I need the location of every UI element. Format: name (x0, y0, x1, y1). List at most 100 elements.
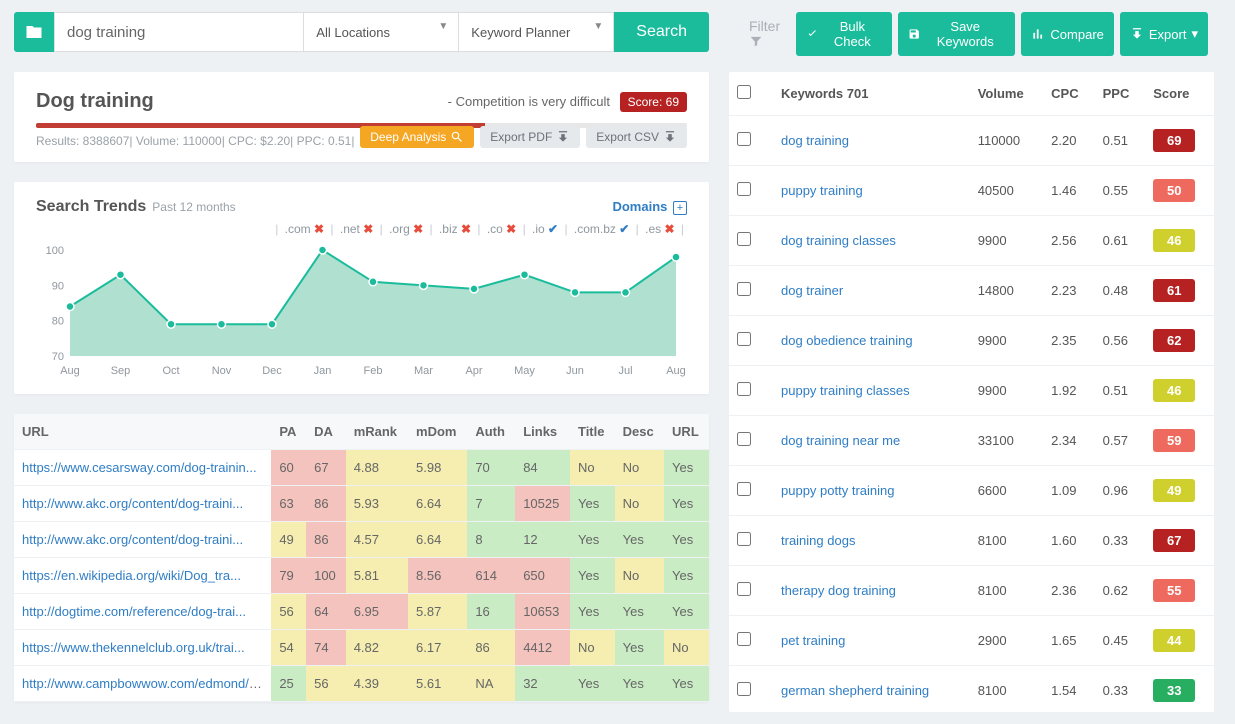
keyword-link[interactable]: dog trainer (781, 283, 843, 298)
col-score[interactable]: Score (1145, 72, 1214, 116)
keyword-row: puppy potty training66001.090.9649 (729, 466, 1214, 516)
filter-button[interactable]: Filter (749, 18, 796, 51)
export-pdf-button[interactable]: Export PDF (480, 126, 580, 148)
domain-tld[interactable]: .com.bz (574, 222, 619, 236)
export-button[interactable]: Export ▾ (1120, 12, 1208, 56)
domain-tld[interactable]: .biz (439, 222, 461, 236)
serp-url-link[interactable]: https://www.cesarsway.com/dog-trainin... (22, 460, 257, 475)
save-keywords-button[interactable]: Save Keywords (898, 12, 1016, 56)
serp-col[interactable]: Links (515, 414, 570, 450)
serp-url-link[interactable]: http://dogtime.com/reference/dog-trai... (22, 604, 246, 619)
keyword-input[interactable] (54, 12, 304, 52)
svg-text:90: 90 (52, 280, 64, 292)
download-icon (556, 130, 570, 144)
x-icon: ✖ (314, 222, 324, 236)
serp-row: https://www.cesarsway.com/dog-trainin...… (14, 450, 709, 486)
serp-table-card: URLPADAmRankmDomAuthLinksTitleDescURL ht… (14, 414, 709, 702)
serp-col[interactable]: Auth (467, 414, 515, 450)
serp-col[interactable]: URL (664, 414, 709, 450)
score-pill: 33 (1153, 679, 1195, 702)
add-domain-icon[interactable]: + (673, 201, 687, 215)
keyword-link[interactable]: dog obedience training (781, 333, 913, 348)
serp-url-link[interactable]: https://www.thekennelclub.org.uk/trai... (22, 640, 245, 655)
domain-tld[interactable]: .net (340, 222, 363, 236)
keyword-link[interactable]: german shepherd training (781, 683, 929, 698)
serp-col[interactable]: DA (306, 414, 346, 450)
serp-col[interactable]: URL (14, 414, 271, 450)
tool-value: Keyword Planner (471, 25, 570, 40)
serp-url-link[interactable]: http://www.akc.org/content/dog-traini... (22, 496, 243, 511)
row-checkbox[interactable] (737, 232, 751, 246)
svg-text:Mar: Mar (414, 365, 433, 377)
keyword-link[interactable]: pet training (781, 633, 845, 648)
serp-col[interactable]: Desc (615, 414, 664, 450)
trends-title: Search Trends (36, 198, 146, 215)
trends-chart: 708090100AugSepOctNovDecJanFebMarAprMayJ… (36, 240, 687, 380)
keyword-link[interactable]: puppy training (781, 183, 863, 198)
col-keywords[interactable]: Keywords 701 (761, 72, 970, 116)
serp-row: http://www.campbowwow.com/edmond/serv...… (14, 666, 709, 702)
serp-col[interactable]: Title (570, 414, 615, 450)
row-checkbox[interactable] (737, 132, 751, 146)
row-checkbox[interactable] (737, 432, 751, 446)
keyword-row: dog training1100002.200.5169 (729, 116, 1214, 166)
filter-icon (749, 34, 763, 48)
row-checkbox[interactable] (737, 182, 751, 196)
keyword-link[interactable]: puppy training classes (781, 383, 910, 398)
domain-tld[interactable]: .co (487, 222, 506, 236)
row-checkbox[interactable] (737, 282, 751, 296)
keyword-link[interactable]: dog training classes (781, 233, 896, 248)
trends-subtitle: Past 12 months (152, 200, 235, 214)
svg-text:Jan: Jan (314, 365, 332, 377)
domains-title[interactable]: Domains (612, 199, 667, 214)
row-checkbox[interactable] (737, 532, 751, 546)
select-all-checkbox[interactable] (737, 85, 751, 99)
keyword-link[interactable]: training dogs (781, 533, 855, 548)
row-checkbox[interactable] (737, 582, 751, 596)
serp-row: http://www.akc.org/content/dog-traini...… (14, 486, 709, 522)
row-checkbox[interactable] (737, 682, 751, 696)
col-ppc[interactable]: PPC (1095, 72, 1146, 116)
keywords-table-card: Keywords 701 Volume CPC PPC Score dog tr… (729, 72, 1214, 712)
row-checkbox[interactable] (737, 482, 751, 496)
row-checkbox[interactable] (737, 382, 751, 396)
keyword-link[interactable]: dog training near me (781, 433, 900, 448)
score-pill: 59 (1153, 429, 1195, 452)
export-csv-button[interactable]: Export CSV (586, 126, 687, 148)
svg-text:Oct: Oct (162, 365, 179, 377)
domain-tld[interactable]: .org (389, 222, 413, 236)
domain-tld[interactable]: .es (645, 222, 664, 236)
svg-text:Apr: Apr (465, 365, 482, 377)
keyword-link[interactable]: puppy potty training (781, 483, 894, 498)
location-select[interactable]: All Locations▼ (304, 12, 459, 52)
compare-button[interactable]: Compare (1021, 12, 1113, 56)
domain-tld[interactable]: .com (285, 222, 314, 236)
chart-icon (1031, 27, 1045, 41)
col-volume[interactable]: Volume (970, 72, 1043, 116)
row-checkbox[interactable] (737, 332, 751, 346)
score-pill: 62 (1153, 329, 1195, 352)
search-icon (450, 130, 464, 144)
deep-analysis-button[interactable]: Deep Analysis (360, 126, 474, 148)
svg-text:Aug: Aug (666, 365, 686, 377)
keyword-link[interactable]: dog training (781, 133, 849, 148)
folder-icon[interactable] (14, 12, 54, 52)
keyword-link[interactable]: therapy dog training (781, 583, 896, 598)
serp-col[interactable]: PA (271, 414, 306, 450)
score-pill: 46 (1153, 379, 1195, 402)
col-cpc[interactable]: CPC (1043, 72, 1094, 116)
domain-tld[interactable]: .io (532, 222, 548, 236)
serp-row: http://www.akc.org/content/dog-traini...… (14, 522, 709, 558)
serp-col[interactable]: mDom (408, 414, 467, 450)
serp-url-link[interactable]: http://www.campbowwow.com/edmond/serv... (22, 676, 271, 691)
search-button[interactable]: Search (614, 12, 709, 52)
row-checkbox[interactable] (737, 632, 751, 646)
serp-url-link[interactable]: http://www.akc.org/content/dog-traini... (22, 532, 243, 547)
bulk-check-button[interactable]: Bulk Check (796, 12, 892, 56)
score-pill: 49 (1153, 479, 1195, 502)
serp-row: http://dogtime.com/reference/dog-trai...… (14, 594, 709, 630)
keyword-row: german shepherd training81001.540.3333 (729, 666, 1214, 713)
serp-url-link[interactable]: https://en.wikipedia.org/wiki/Dog_tra... (22, 568, 241, 583)
serp-col[interactable]: mRank (346, 414, 408, 450)
tool-select[interactable]: Keyword Planner▼ (459, 12, 614, 52)
